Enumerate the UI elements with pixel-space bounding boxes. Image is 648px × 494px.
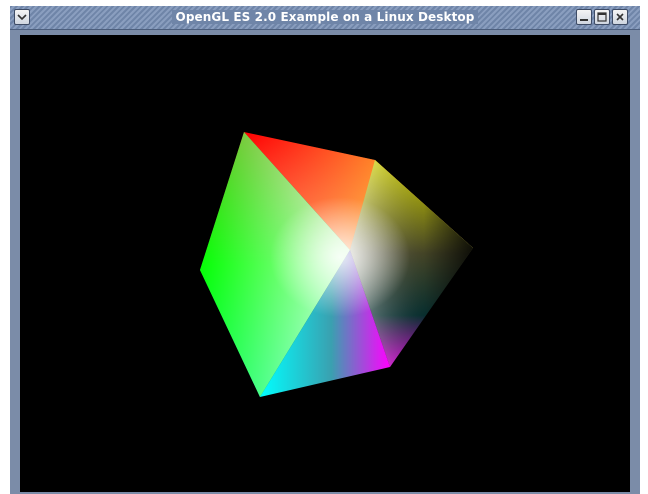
color-cube bbox=[200, 132, 473, 397]
window-title-label: OpenGL ES 2.0 Example on a Linux Desktop bbox=[171, 10, 479, 24]
close-button[interactable] bbox=[612, 9, 628, 25]
maximize-button[interactable] bbox=[594, 9, 610, 25]
app-window: OpenGL ES 2.0 Example on a Linux Desktop bbox=[10, 6, 640, 494]
maximize-icon bbox=[597, 12, 607, 22]
opengl-viewport[interactable] bbox=[20, 35, 630, 492]
minimize-icon bbox=[580, 19, 588, 21]
close-icon bbox=[616, 13, 624, 21]
title-bar[interactable]: OpenGL ES 2.0 Example on a Linux Desktop bbox=[10, 6, 640, 30]
window-menu-button[interactable] bbox=[14, 9, 30, 25]
cube-center-highlight bbox=[270, 197, 410, 317]
minimize-button[interactable] bbox=[576, 9, 592, 25]
window-title: OpenGL ES 2.0 Example on a Linux Desktop bbox=[10, 10, 640, 24]
chevron-down-icon bbox=[17, 14, 27, 21]
